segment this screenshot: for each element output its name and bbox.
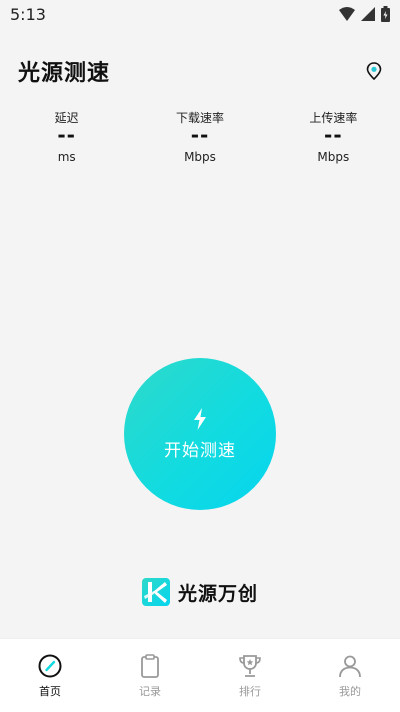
bottom-tab-bar: 首页 记录 排行 我的: [0, 638, 400, 712]
metric-value: --: [324, 123, 343, 147]
metric-unit: Mbps: [317, 150, 350, 164]
tab-home[interactable]: 首页: [0, 639, 100, 712]
signal-icon: [361, 7, 375, 21]
wifi-icon: [339, 7, 355, 21]
speed-metrics: 延迟 -- ms 下载速率 -- Mbps 上传速率 -- Mbps: [0, 110, 400, 164]
tab-ranking[interactable]: 排行: [200, 639, 300, 712]
header: 光源测速: [18, 54, 382, 88]
person-icon: [339, 655, 361, 678]
tab-label: 记录: [139, 685, 161, 698]
start-test-button[interactable]: 开始测速: [124, 358, 276, 510]
metric-upload: 上传速率 -- Mbps: [267, 110, 400, 164]
clipboard-icon: [141, 654, 159, 678]
location-button[interactable]: [366, 62, 382, 80]
speedometer-icon: [38, 654, 62, 678]
metric-unit: Mbps: [184, 150, 216, 164]
tab-label: 我的: [339, 685, 361, 698]
tab-label: 排行: [239, 685, 261, 698]
status-time: 5:13: [10, 4, 46, 24]
metric-value: --: [190, 123, 210, 147]
start-test-label: 开始测速: [164, 440, 236, 461]
trophy-icon: [239, 655, 261, 677]
status-bar: 5:13: [0, 0, 400, 28]
brand: 光源万创: [0, 578, 400, 606]
brand-name: 光源万创: [177, 582, 258, 605]
metric-latency: 延迟 -- ms: [0, 110, 133, 164]
tab-records[interactable]: 记录: [100, 639, 200, 712]
metric-download: 下载速率 -- Mbps: [133, 110, 266, 164]
metric-unit: ms: [57, 150, 76, 164]
brand-logo-icon: [141, 578, 170, 606]
status-icons: [339, 6, 390, 22]
battery-icon: [381, 6, 390, 22]
location-pin-icon: [366, 62, 382, 80]
metric-value: --: [57, 123, 76, 147]
lightning-icon: [194, 407, 206, 430]
tab-label: 首页: [39, 685, 61, 698]
tab-profile[interactable]: 我的: [300, 639, 400, 712]
page-title: 光源测速: [18, 61, 111, 86]
